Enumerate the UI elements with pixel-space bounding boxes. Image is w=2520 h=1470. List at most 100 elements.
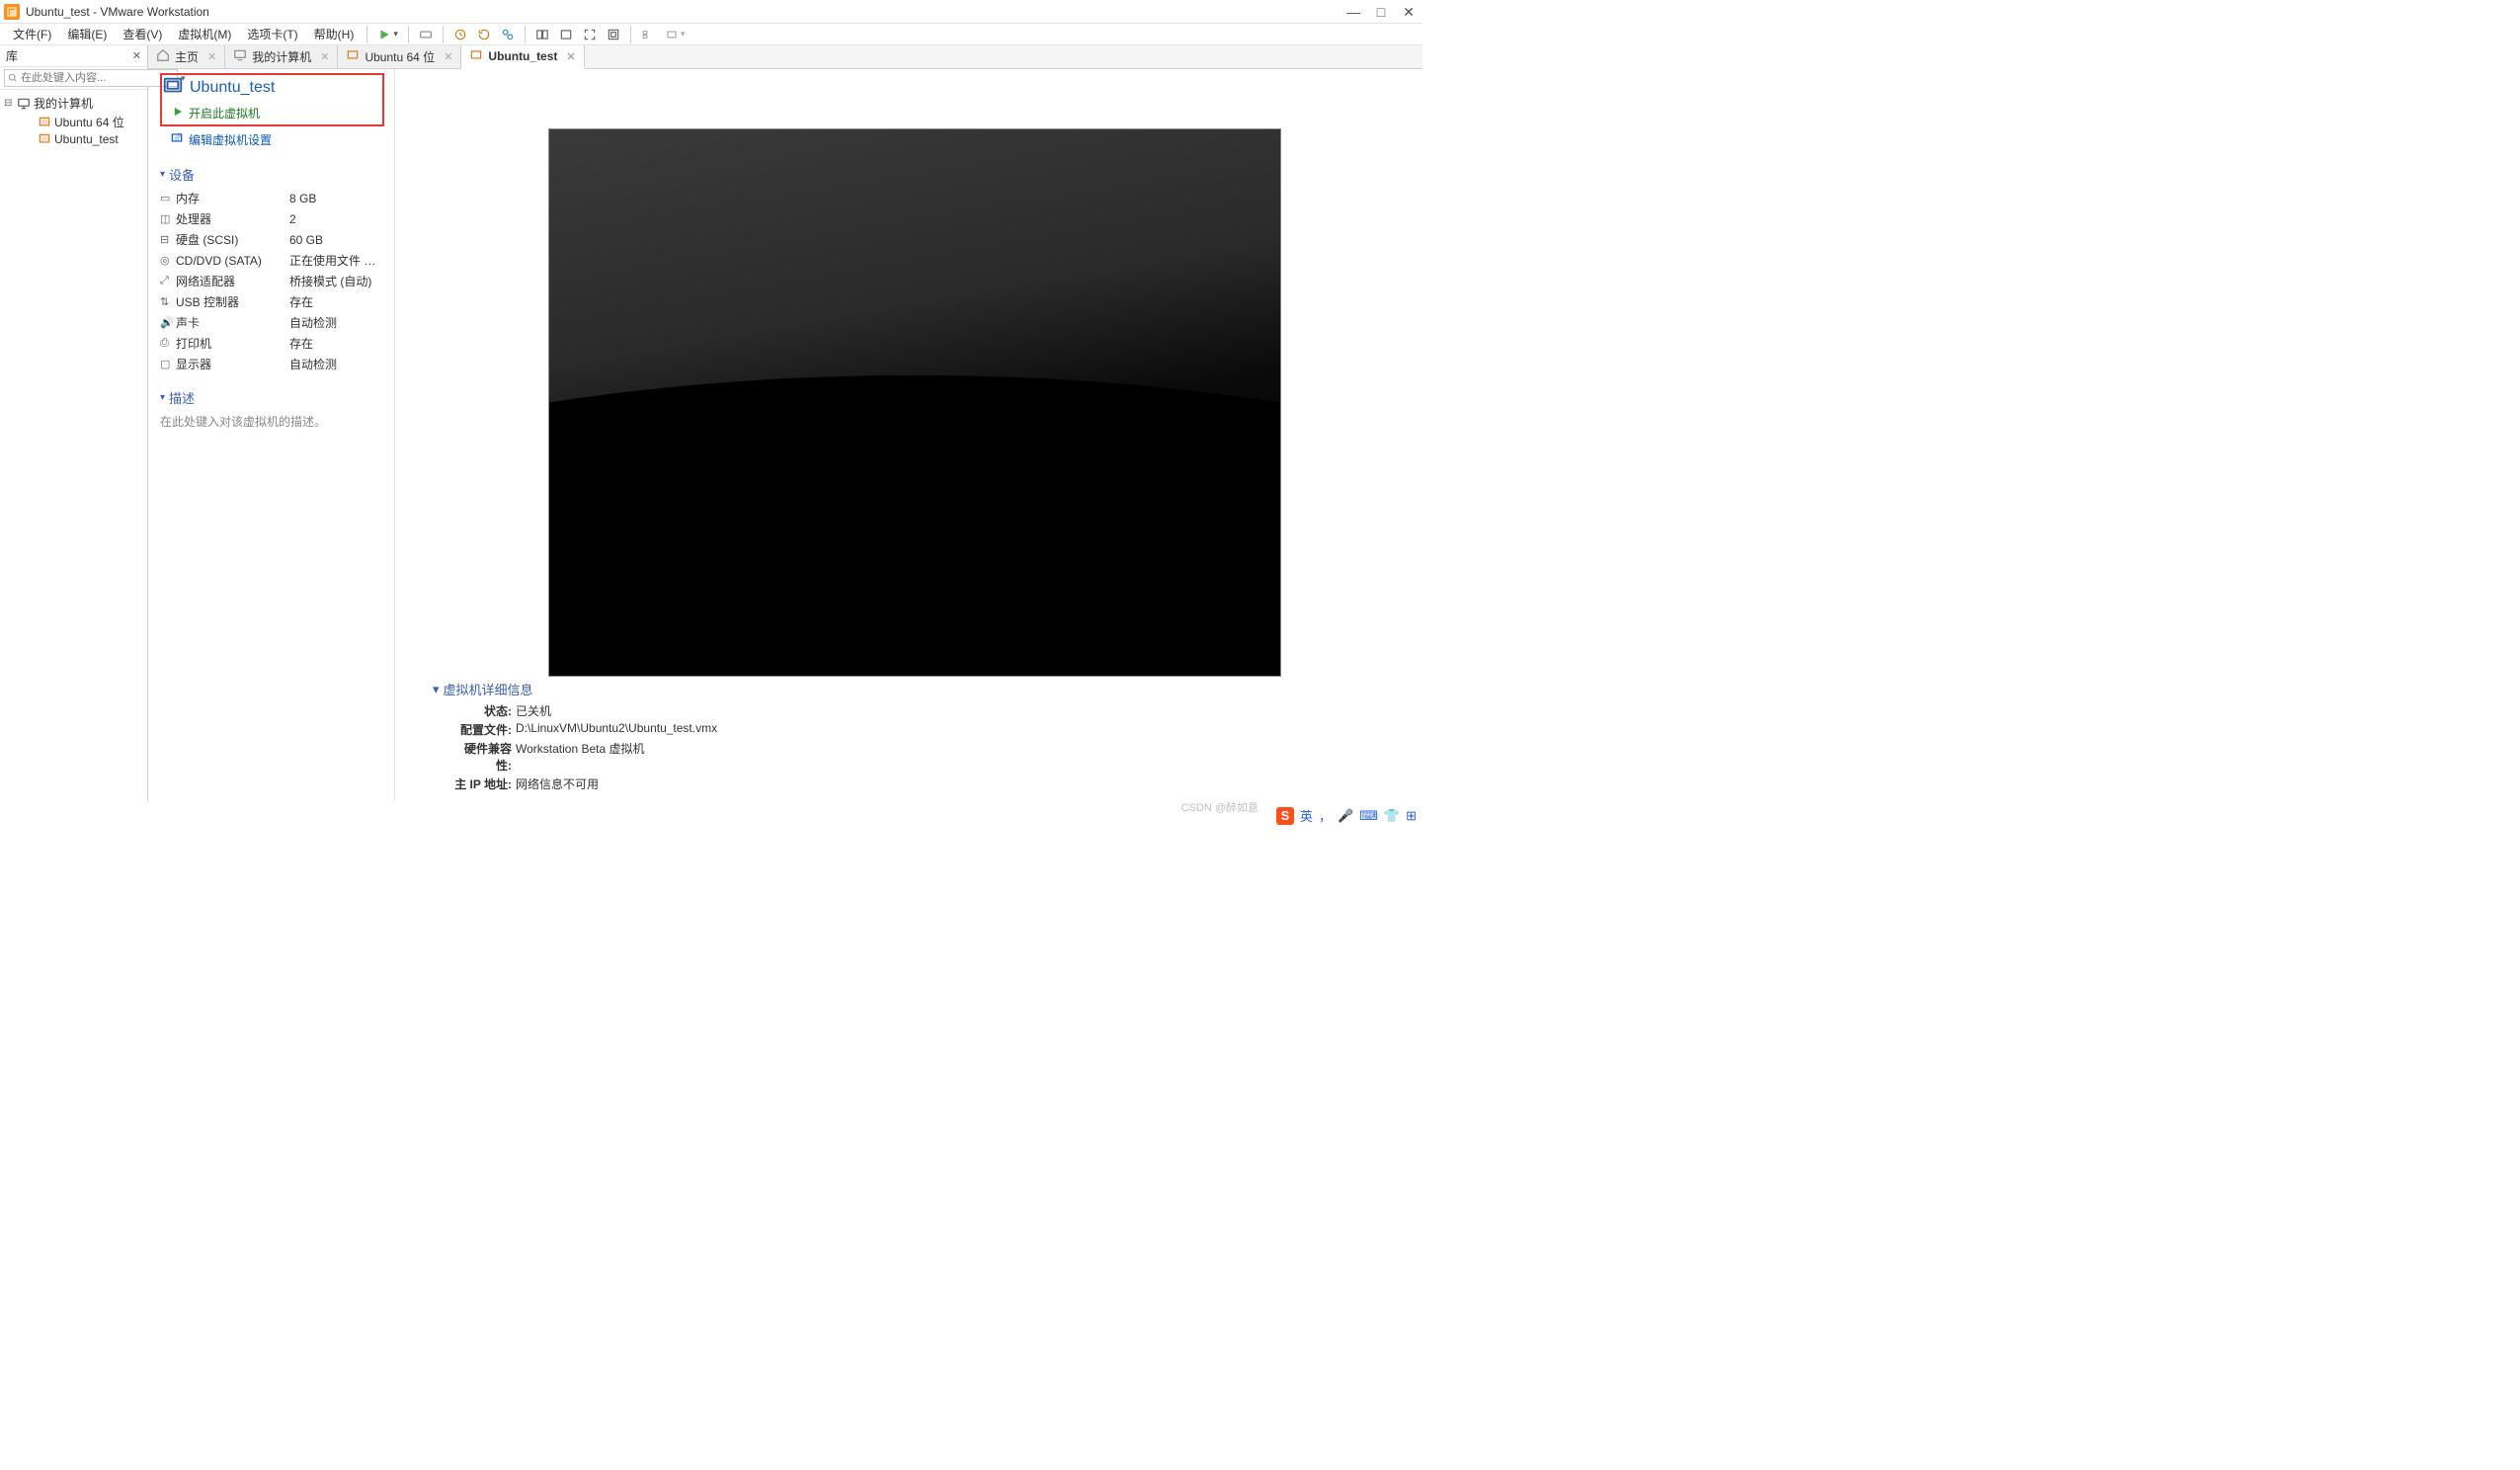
device-usb[interactable]: ⇅USB 控制器存在 (160, 291, 384, 312)
cd-icon: ◎ (160, 254, 176, 267)
tab-home[interactable]: 主页 ✕ (148, 45, 225, 68)
tab-close-button[interactable]: ✕ (566, 50, 575, 63)
network-icon: ⤢ (160, 275, 176, 287)
menu-view[interactable]: 查看(V) (116, 24, 169, 44)
ime-mic-icon[interactable]: 🎤 (1338, 808, 1353, 824)
view-single-button[interactable] (555, 26, 577, 43)
device-display[interactable]: ▢显示器自动检测 (160, 354, 384, 374)
memory-icon: ▭ (160, 192, 176, 204)
view-sidebyside-button[interactable] (531, 26, 553, 43)
disk-icon: ⊟ (160, 233, 176, 246)
thumbnail-bar-button[interactable] (637, 26, 659, 43)
library-search-row: ▾ (0, 67, 147, 90)
ime-language[interactable]: 英 (1300, 806, 1313, 825)
separator (525, 26, 526, 43)
window-controls: — □ ✕ (1340, 0, 1423, 24)
close-window-button[interactable]: ✕ (1395, 0, 1423, 24)
cpu-icon: ◫ (160, 212, 176, 225)
detail-compat: 硬件兼容性:Workstation Beta 虚拟机 (433, 739, 1403, 775)
edit-vm-settings-link[interactable]: 编辑虚拟机设置 (160, 128, 384, 151)
devices-header-label: 设备 (169, 165, 195, 184)
tree-node-my-computer[interactable]: ⊟ 我的计算机 (2, 94, 145, 113)
fullscreen-button[interactable] (579, 26, 601, 43)
library-tree: ⊟ 我的计算机 Ubuntu 64 位 Ubuntu_test (0, 90, 147, 151)
vmware-app-icon (4, 4, 20, 20)
tab-close-button[interactable]: ✕ (207, 50, 216, 63)
snapshot-button[interactable] (449, 26, 471, 43)
device-cd[interactable]: ◎CD/DVD (SATA)正在使用文件 D:... (160, 250, 384, 271)
watermark: CSDN @醉如意 (1181, 799, 1259, 815)
device-network[interactable]: ⤢网络适配器桥接模式 (自动) (160, 271, 384, 291)
device-sound[interactable]: 🔊声卡自动检测 (160, 312, 384, 333)
description-section-header[interactable]: ▾ 描述 (160, 388, 384, 407)
description-placeholder[interactable]: 在此处键入对该虚拟机的描述。 (160, 413, 384, 430)
device-disk[interactable]: ⊟硬盘 (SCSI)60 GB (160, 229, 384, 250)
highlight-annotation: Ubuntu_test 开启此虚拟机 (160, 73, 384, 126)
device-cpu[interactable]: ◫处理器2 (160, 208, 384, 229)
sogou-ime-icon[interactable]: S (1276, 807, 1294, 825)
separator (408, 26, 409, 43)
vm-name: Ubuntu_test (190, 79, 275, 97)
tab-ubuntu64[interactable]: Ubuntu 64 位 ✕ (338, 45, 461, 68)
home-icon (156, 48, 170, 65)
edit-settings-icon (170, 131, 184, 148)
monitor-icon (233, 48, 247, 65)
main-layout: 库 ✕ ▾ ⊟ 我的计算机 Ubuntu 64 位 Ubuntu_test (0, 45, 1423, 801)
tab-close-button[interactable]: ✕ (444, 50, 452, 63)
ime-toolbox-icon[interactable]: ⊞ (1406, 808, 1417, 824)
edit-vm-label: 编辑虚拟机设置 (189, 131, 272, 148)
tree-node-ubuntu-test[interactable]: Ubuntu_test (2, 131, 145, 147)
tab-ubuntu-test[interactable]: Ubuntu_test ✕ (461, 45, 584, 69)
separator (443, 26, 444, 43)
window-title: Ubuntu_test - VMware Workstation (26, 5, 209, 19)
ime-punct[interactable]: ， (1319, 806, 1332, 825)
tab-label: Ubuntu_test (488, 49, 557, 63)
library-panel: 库 ✕ ▾ ⊟ 我的计算机 Ubuntu 64 位 Ubuntu_test (0, 45, 148, 801)
title-bar: Ubuntu_test - VMware Workstation — □ ✕ (0, 0, 1423, 24)
snapshot-manager-button[interactable] (497, 26, 519, 43)
tree-node-ubuntu64[interactable]: Ubuntu 64 位 (2, 113, 145, 131)
vm-icon (38, 116, 51, 129)
vm-summary-panel: Ubuntu_test 开启此虚拟机 编辑虚拟机设置 ▾ 设备 ▭内存8 (148, 69, 395, 801)
library-title: 库 (6, 47, 18, 64)
snapshot-revert-button[interactable] (473, 26, 495, 43)
send-ctrl-alt-del-button[interactable] (415, 26, 437, 43)
tab-close-button[interactable]: ✕ (320, 50, 329, 63)
tab-my-computer[interactable]: 我的计算机 ✕ (225, 45, 338, 68)
printer-icon: ⎙ (160, 337, 176, 350)
tab-strip: 主页 ✕ 我的计算机 ✕ Ubuntu 64 位 ✕ Ubuntu_test ✕ (148, 45, 1423, 69)
library-close-button[interactable]: ✕ (132, 49, 141, 62)
display-icon: ▢ (160, 358, 176, 370)
tab-label: Ubuntu 64 位 (365, 48, 435, 65)
menu-edit[interactable]: 编辑(E) (60, 24, 114, 44)
play-icon (172, 106, 184, 121)
tree-collapse-icon[interactable]: ⊟ (4, 98, 14, 109)
menu-tabs[interactable]: 选项卡(T) (240, 24, 304, 44)
tree-node-label: Ubuntu_test (54, 132, 119, 146)
device-printer[interactable]: ⎙打印机存在 (160, 333, 384, 354)
menu-help[interactable]: 帮助(H) (307, 24, 362, 44)
vm-screen-preview[interactable] (548, 128, 1281, 677)
unity-button[interactable] (603, 26, 624, 43)
detail-ip: 主 IP 地址:网络信息不可用 (433, 775, 1403, 793)
separator (366, 26, 367, 43)
ime-keyboard-icon[interactable]: ⌨ (1359, 808, 1378, 824)
start-vm-link[interactable]: 开启此虚拟机 (162, 102, 382, 124)
monitor-icon (17, 97, 31, 111)
menu-vm[interactable]: 虚拟机(M) (171, 24, 238, 44)
ime-skin-icon[interactable]: 👕 (1384, 808, 1400, 824)
menu-file[interactable]: 文件(F) (6, 24, 58, 44)
sound-icon: 🔊 (160, 316, 176, 329)
stretch-button[interactable]: ▾ (661, 26, 690, 43)
devices-list: ▭内存8 GB ◫处理器2 ⊟硬盘 (SCSI)60 GB ◎CD/DVD (S… (160, 188, 384, 374)
device-memory[interactable]: ▭内存8 GB (160, 188, 384, 208)
minimize-button[interactable]: — (1340, 0, 1367, 24)
vm-details-header-label: 虚拟机详细信息 (444, 680, 533, 698)
vm-details-section: ▾ 虚拟机详细信息 状态:已关机 配置文件:D:\LinuxVM\Ubuntu2… (433, 680, 1403, 793)
vm-icon (38, 132, 51, 146)
power-on-button[interactable]: ▾ (373, 26, 402, 43)
maximize-button[interactable]: □ (1367, 0, 1395, 24)
vm-details-header[interactable]: ▾ 虚拟机详细信息 (433, 680, 1403, 698)
vm-icon (346, 48, 360, 65)
devices-section-header[interactable]: ▾ 设备 (160, 165, 384, 184)
